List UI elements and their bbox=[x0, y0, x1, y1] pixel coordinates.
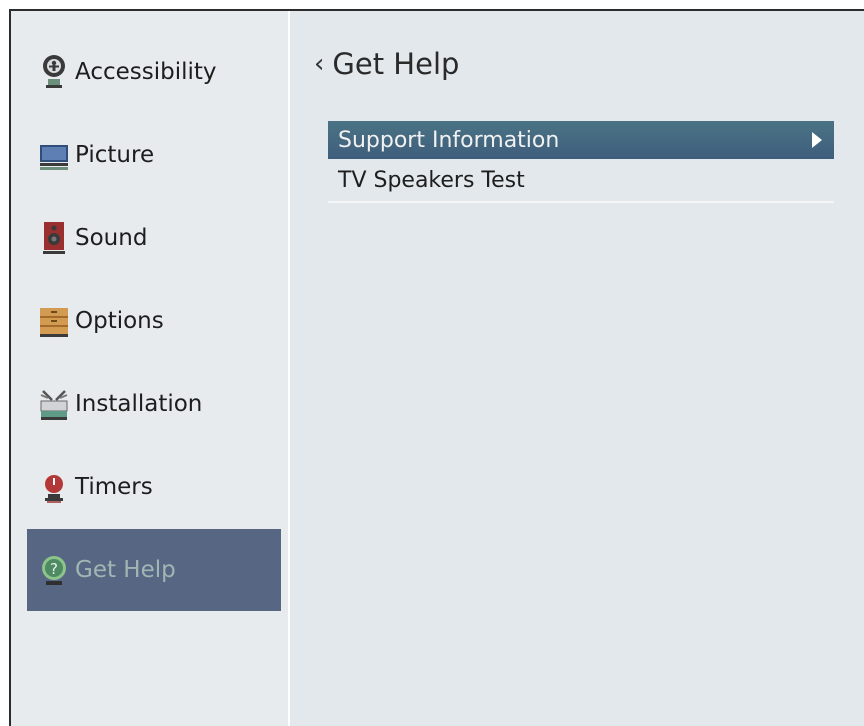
sidebar-item-label: Timers bbox=[75, 474, 153, 500]
options-icon bbox=[39, 302, 69, 340]
accessibility-icon bbox=[39, 53, 69, 91]
sidebar-item-label: Installation bbox=[75, 391, 203, 417]
page-title[interactable]: ‹ Get Help bbox=[314, 47, 459, 81]
main-panel: ‹ Get Help Support Information TV Speake… bbox=[290, 11, 864, 726]
menu-list: Support Information TV Speakers Test bbox=[328, 121, 834, 203]
sidebar-item-timers[interactable]: Timers bbox=[27, 446, 281, 528]
sidebar: Accessibility Picture Sound Options Inst… bbox=[11, 11, 288, 726]
sidebar-item-label: Options bbox=[75, 308, 164, 334]
installation-icon bbox=[39, 385, 69, 423]
arrow-right-icon bbox=[812, 132, 822, 148]
tv-settings-window: Accessibility Picture Sound Options Inst… bbox=[9, 9, 864, 726]
menu-item-label: TV Speakers Test bbox=[338, 167, 525, 193]
sidebar-item-accessibility[interactable]: Accessibility bbox=[27, 31, 281, 113]
sidebar-item-options[interactable]: Options bbox=[27, 280, 281, 362]
sidebar-item-get-help[interactable]: ? Get Help bbox=[27, 529, 281, 611]
sidebar-item-label: Picture bbox=[75, 142, 155, 168]
picture-icon bbox=[39, 136, 69, 174]
menu-item-label: Support Information bbox=[338, 127, 560, 153]
sidebar-item-sound[interactable]: Sound bbox=[27, 197, 281, 279]
page-title-text: Get Help bbox=[332, 47, 460, 81]
sound-icon bbox=[39, 219, 69, 257]
menu-item-support-information[interactable]: Support Information bbox=[328, 121, 834, 159]
sidebar-item-label: Accessibility bbox=[75, 59, 217, 85]
menu-item-tv-speakers-test[interactable]: TV Speakers Test bbox=[328, 159, 834, 203]
sidebar-item-label: Sound bbox=[75, 225, 148, 251]
sidebar-item-label: Get Help bbox=[75, 557, 176, 583]
svg-text:?: ? bbox=[50, 560, 58, 578]
sidebar-item-installation[interactable]: Installation bbox=[27, 363, 281, 445]
timers-icon bbox=[39, 468, 69, 506]
sidebar-item-picture[interactable]: Picture bbox=[27, 114, 281, 196]
get-help-icon: ? bbox=[39, 551, 69, 589]
back-chevron-icon[interactable]: ‹ bbox=[314, 49, 324, 79]
